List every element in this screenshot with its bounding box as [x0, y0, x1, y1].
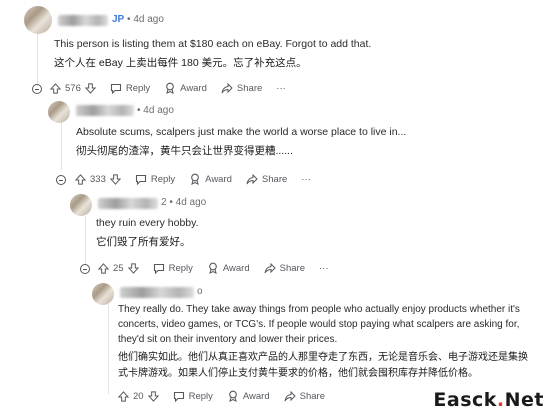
share-button[interactable]: Share [284, 390, 325, 402]
award-icon [166, 82, 175, 94]
timestamp: 4d ago [133, 14, 164, 25]
username-blurred [120, 287, 194, 298]
collapse-icon[interactable] [80, 264, 90, 274]
more-options-button[interactable]: ··· [301, 174, 311, 185]
share-button[interactable]: Share [264, 262, 305, 274]
downvote-icon[interactable] [84, 82, 96, 94]
comment-actions: 576 Reply Award Share ··· [50, 82, 300, 94]
username-tail: o [197, 286, 203, 297]
username-blurred [76, 105, 134, 116]
comment-text-en: This person is listing them at $180 each… [54, 38, 372, 50]
comment-text-cn: 它们毁了所有爱好。 [96, 236, 191, 248]
vote-count: 20 [133, 390, 144, 402]
separator: • [137, 105, 141, 116]
comment-meta: o [197, 286, 203, 297]
share-icon [221, 82, 233, 93]
upvote-icon[interactable] [50, 82, 61, 94]
avatar [92, 283, 114, 305]
share-icon [264, 262, 276, 273]
username-tail: 2 [161, 197, 167, 208]
vote-count: 333 [90, 173, 106, 185]
downvote-icon[interactable] [127, 262, 139, 274]
timestamp: 4d ago [143, 105, 174, 116]
separator: • [169, 197, 173, 208]
comment-meta: • 4d ago [137, 105, 174, 116]
collapse-icon[interactable] [56, 175, 66, 185]
timestamp: 4d ago [175, 197, 207, 208]
share-button[interactable]: Share [246, 173, 287, 185]
thread-line [108, 304, 109, 394]
reply-icon [110, 83, 121, 94]
share-icon [284, 390, 296, 401]
comment-meta: JP • 4d ago [112, 14, 164, 25]
comment-meta: 2 • 4d ago [161, 197, 206, 208]
username-blurred [98, 198, 158, 209]
award-button[interactable]: Award [164, 82, 207, 94]
downvote-icon[interactable] [147, 390, 159, 402]
vote-group: 25 [98, 263, 139, 274]
username-blurred [58, 15, 108, 26]
reply-button[interactable]: Reply [110, 83, 150, 94]
reply-button[interactable]: Reply [173, 391, 213, 402]
award-button[interactable]: Award [207, 262, 250, 274]
reply-button[interactable]: Reply [153, 263, 193, 274]
more-options-button[interactable]: ··· [276, 83, 286, 94]
award-icon [191, 173, 200, 185]
vote-group: 20 [118, 391, 159, 402]
downvote-icon[interactable] [109, 173, 121, 185]
comment-actions: 25 Reply Award Share ··· [98, 262, 343, 274]
more-options-button[interactable]: ··· [319, 263, 329, 274]
comment-text-en: They really do. They take away things fr… [118, 304, 520, 345]
comment-actions: 20 Reply Award Share [118, 390, 339, 402]
avatar [70, 194, 92, 216]
comment-text-en: they ruin every hobby. [96, 217, 199, 229]
reply-icon [153, 263, 164, 274]
award-button[interactable]: Award [227, 390, 270, 402]
collapse-icon[interactable] [32, 84, 42, 94]
reply-button[interactable]: Reply [135, 174, 175, 185]
share-icon [246, 173, 258, 184]
comment-text-en: Absolute scums, scalpers just make the w… [76, 126, 407, 138]
thread-line [61, 122, 62, 170]
vote-count: 576 [65, 82, 81, 94]
watermark-logo: Easck.Net [433, 389, 544, 411]
thread-line [85, 216, 86, 264]
user-flair: JP [112, 14, 125, 25]
vote-group: 333 [75, 174, 121, 185]
comment-text-cn: 他们确实如此。他们从真正喜欢产品的人那里夺走了东西，无论是音乐会、电子游戏还是集… [118, 352, 528, 379]
upvote-icon[interactable] [75, 173, 86, 185]
comment-text-cn: 彻头彻尾的渣滓，黄牛只会让世界变得更糟...... [76, 145, 294, 157]
reply-icon [173, 391, 184, 402]
award-icon [209, 262, 217, 274]
avatar [24, 6, 52, 34]
separator: • [127, 14, 131, 25]
share-button[interactable]: Share [221, 82, 262, 94]
vote-group: 576 [50, 83, 96, 94]
vote-count: 25 [113, 262, 124, 274]
avatar [48, 101, 70, 123]
upvote-icon[interactable] [98, 262, 109, 274]
comment-actions: 333 Reply Award Share ··· [75, 173, 325, 185]
thread-line [37, 30, 38, 90]
upvote-icon[interactable] [118, 390, 129, 402]
award-button[interactable]: Award [189, 173, 232, 185]
award-icon [229, 390, 237, 402]
reply-icon [135, 174, 146, 185]
comment-text-cn: 这个人在 eBay 上卖出每件 180 美元。忘了补充这点。 [54, 57, 307, 69]
